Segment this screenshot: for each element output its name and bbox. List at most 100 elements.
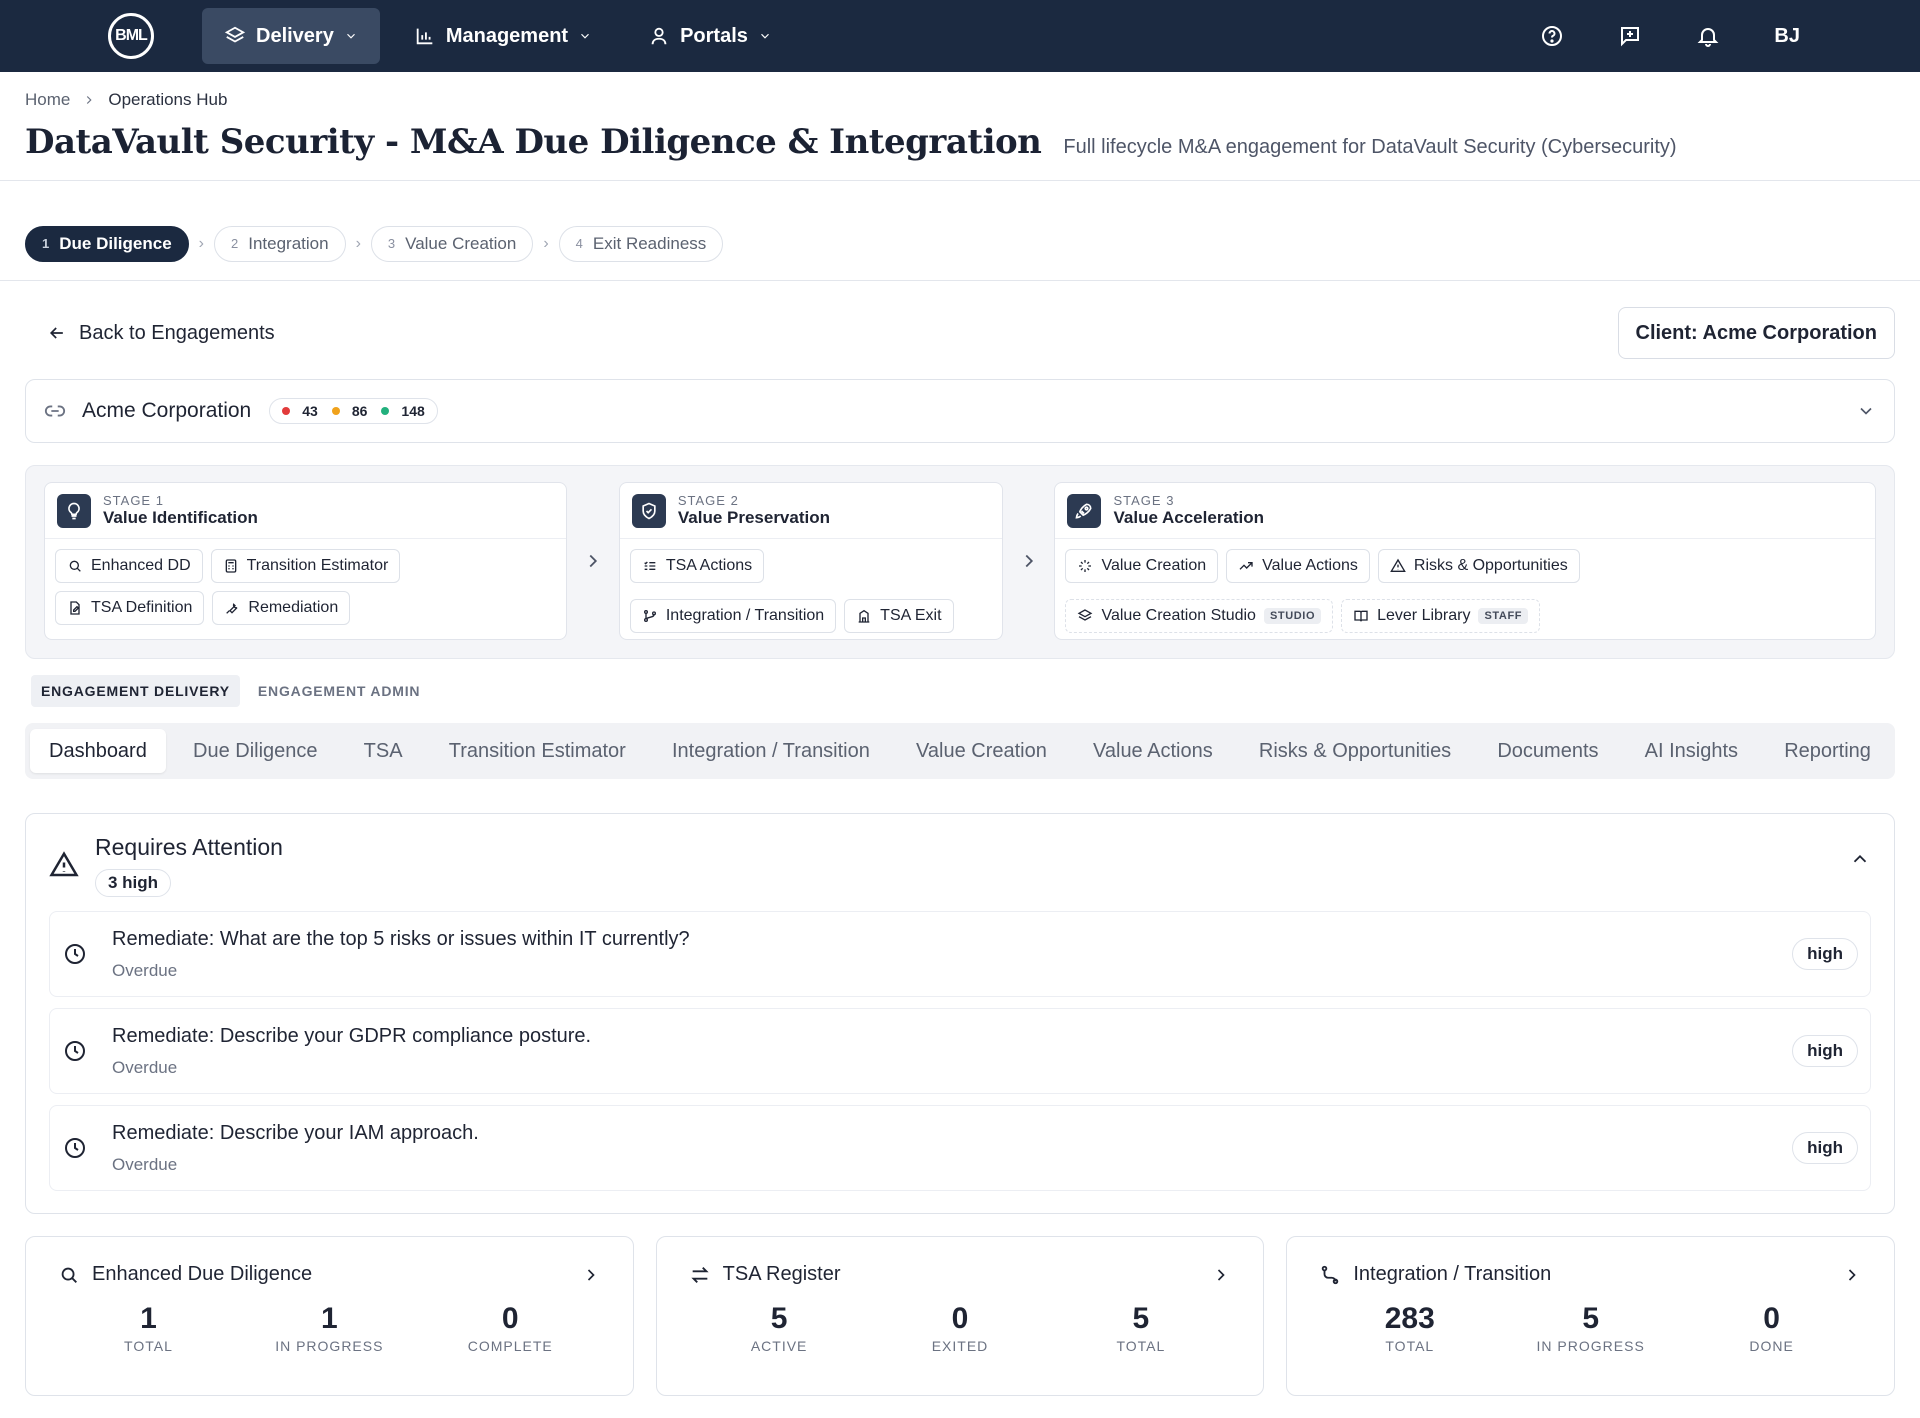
stat-label: DONE xyxy=(1749,1338,1794,1354)
link-risks-opportunities[interactable]: Risks & Opportunities xyxy=(1377,549,1580,583)
tab-ai-insights[interactable]: AI Insights xyxy=(1626,729,1757,773)
tab-risks-opportunities[interactable]: Risks & Opportunities xyxy=(1240,729,1470,773)
attention-text: Remediate: Describe your GDPR compliance… xyxy=(112,1024,592,1047)
bar-chart-icon xyxy=(416,28,433,45)
card-tsa-register[interactable]: TSA Register 5 ACTIVE 0 EXITED 5 TOTAL xyxy=(655,1236,1265,1396)
link-value-creation-studio[interactable]: Value Creation Studio STUDIO xyxy=(1065,599,1334,633)
stage-name: Value Acceleration xyxy=(1113,508,1265,527)
step-value-creation[interactable]: 3 Value Creation xyxy=(370,225,534,262)
status-counts: 43 86 148 xyxy=(269,398,438,424)
attention-item[interactable]: Remediate: What are the top 5 risks or i… xyxy=(49,911,1871,997)
step-label: Due Diligence xyxy=(59,233,172,253)
stage-1-card: STAGE 1 Value Identification Enhanced DD … xyxy=(44,482,568,640)
attention-status: Overdue xyxy=(112,1154,178,1174)
chevron-right-icon xyxy=(1003,482,1055,640)
segment-engagement-delivery[interactable]: ENGAGEMENT DELIVERY xyxy=(31,675,240,707)
tab-tsa[interactable]: TSA xyxy=(345,729,422,773)
stat-label: IN PROGRESS xyxy=(275,1338,384,1354)
tab-due-diligence[interactable]: Due Diligence xyxy=(174,729,337,773)
tab-documents[interactable]: Documents xyxy=(1478,729,1617,773)
link-lever-library[interactable]: Lever Library STAFF xyxy=(1341,599,1541,633)
step-due-diligence[interactable]: 1 Due Diligence xyxy=(25,225,189,262)
tab-transition-estimator[interactable]: Transition Estimator xyxy=(430,729,645,773)
segment-engagement-admin[interactable]: ENGAGEMENT ADMIN xyxy=(248,675,430,707)
priority-badge: high xyxy=(1792,938,1858,970)
attention-item[interactable]: Remediate: Describe your IAM approach. Ov… xyxy=(49,1105,1871,1191)
avatar[interactable]: BJ xyxy=(1774,25,1800,48)
link-remediation[interactable]: Remediation xyxy=(212,591,351,625)
link-integration-transition[interactable]: Integration / Transition xyxy=(629,599,837,633)
stage-name: Value Preservation xyxy=(677,508,830,527)
link-enhanced-dd[interactable]: Enhanced DD xyxy=(55,549,203,583)
count-red: 43 xyxy=(302,403,318,419)
attention-item[interactable]: Remediate: Describe your GDPR compliance… xyxy=(49,1008,1871,1094)
lightbulb-icon xyxy=(57,493,91,528)
card-enhanced-due-diligence[interactable]: Enhanced Due Diligence 1 TOTAL 1 IN PROGRE… xyxy=(25,1236,634,1396)
link-value-creation[interactable]: Value Creation xyxy=(1065,549,1219,583)
stat-value: 5 xyxy=(1582,1302,1600,1335)
stage-name: Value Identification xyxy=(103,508,258,527)
stat-label: ACTIVE xyxy=(750,1338,808,1354)
tab-dashboard[interactable]: Dashboard xyxy=(30,729,166,773)
step-label: Value Creation xyxy=(405,233,517,253)
stat-label: COMPLETE xyxy=(467,1338,553,1354)
stat-value: 1 xyxy=(140,1302,157,1335)
link-tsa-definition[interactable]: TSA Definition xyxy=(55,591,205,625)
back-to-engagements-link[interactable]: Back to Engagements xyxy=(25,322,275,345)
card-title: TSA Register xyxy=(722,1263,841,1285)
layers-icon xyxy=(224,26,246,43)
summary-cards: Enhanced Due Diligence 1 TOTAL 1 IN PROGRE… xyxy=(25,1236,1896,1396)
tab-value-creation[interactable]: Value Creation xyxy=(897,729,1066,773)
tab-value-actions[interactable]: Value Actions xyxy=(1074,729,1232,773)
calculator-icon xyxy=(225,559,236,573)
tab-bar: Dashboard Due Diligence TSA Transition E… xyxy=(25,723,1895,779)
breadcrumb: Home Operations Hub xyxy=(25,90,1895,110)
breadcrumb-home[interactable]: Home xyxy=(25,90,70,110)
attention-status: Overdue xyxy=(112,960,178,980)
engagement-segment: ENGAGEMENT DELIVERY ENGAGEMENT ADMIN xyxy=(25,675,1895,707)
logo[interactable]: BML xyxy=(108,13,154,59)
chevron-down-icon[interactable] xyxy=(1856,401,1876,421)
link-label: Value Creation Studio xyxy=(1101,607,1256,624)
stat-value: 283 xyxy=(1384,1302,1435,1335)
client-button[interactable]: Client: Acme Corporation xyxy=(1617,307,1895,359)
feedback-icon[interactable] xyxy=(1618,24,1642,48)
tab-integration-transition[interactable]: Integration / Transition xyxy=(653,729,889,773)
nav-management[interactable]: Management xyxy=(392,8,614,64)
wrench-icon xyxy=(226,603,238,614)
list-check-icon xyxy=(644,561,656,570)
tab-reporting[interactable]: Reporting xyxy=(1765,729,1890,773)
step-number: 2 xyxy=(230,236,239,251)
chevron-right-icon xyxy=(567,482,619,640)
link-tsa-exit[interactable]: TSA Exit xyxy=(844,599,954,633)
file-edit-icon xyxy=(70,601,80,615)
clock-icon xyxy=(65,944,85,964)
nav-portals-label: Portals xyxy=(680,24,748,47)
attention-text: Remediate: What are the top 5 risks or i… xyxy=(112,927,690,950)
link-tsa-actions[interactable]: TSA Actions xyxy=(629,549,765,583)
link-label: Integration / Transition xyxy=(665,607,825,624)
book-icon xyxy=(1354,610,1368,622)
bell-icon[interactable] xyxy=(1696,24,1720,48)
nav-portals[interactable]: Portals xyxy=(626,8,794,64)
stage-number: STAGE 1 xyxy=(103,493,164,508)
chevron-up-icon[interactable] xyxy=(1849,848,1871,870)
top-navbar: BML Delivery Management Portals BJ xyxy=(0,0,1920,72)
nav-delivery[interactable]: Delivery xyxy=(202,8,380,64)
client-bar[interactable]: Acme Corporation 43 86 148 xyxy=(25,379,1895,443)
red-dot-icon xyxy=(282,407,291,415)
chevron-right-icon: › xyxy=(355,234,361,252)
step-exit-readiness[interactable]: 4 Exit Readiness xyxy=(558,225,724,262)
stage-number: STAGE 3 xyxy=(1113,493,1175,508)
card-integration-transition[interactable]: Integration / Transition 283 TOTAL 5 IN PR… xyxy=(1286,1236,1896,1396)
link-label: Transition Estimator xyxy=(246,557,389,574)
route-icon xyxy=(1322,1265,1339,1284)
main-content: Back to Engagements Client: Acme Corpora… xyxy=(0,307,1920,1396)
link-value-actions[interactable]: Value Actions xyxy=(1226,549,1370,583)
link-transition-estimator[interactable]: Transition Estimator xyxy=(210,549,401,583)
warning-icon xyxy=(49,851,79,877)
step-integration[interactable]: 2 Integration xyxy=(213,225,346,262)
link-label: Value Creation xyxy=(1101,557,1207,574)
help-icon[interactable] xyxy=(1540,24,1564,48)
page-header: Home Operations Hub DataVault Security -… xyxy=(0,72,1920,181)
